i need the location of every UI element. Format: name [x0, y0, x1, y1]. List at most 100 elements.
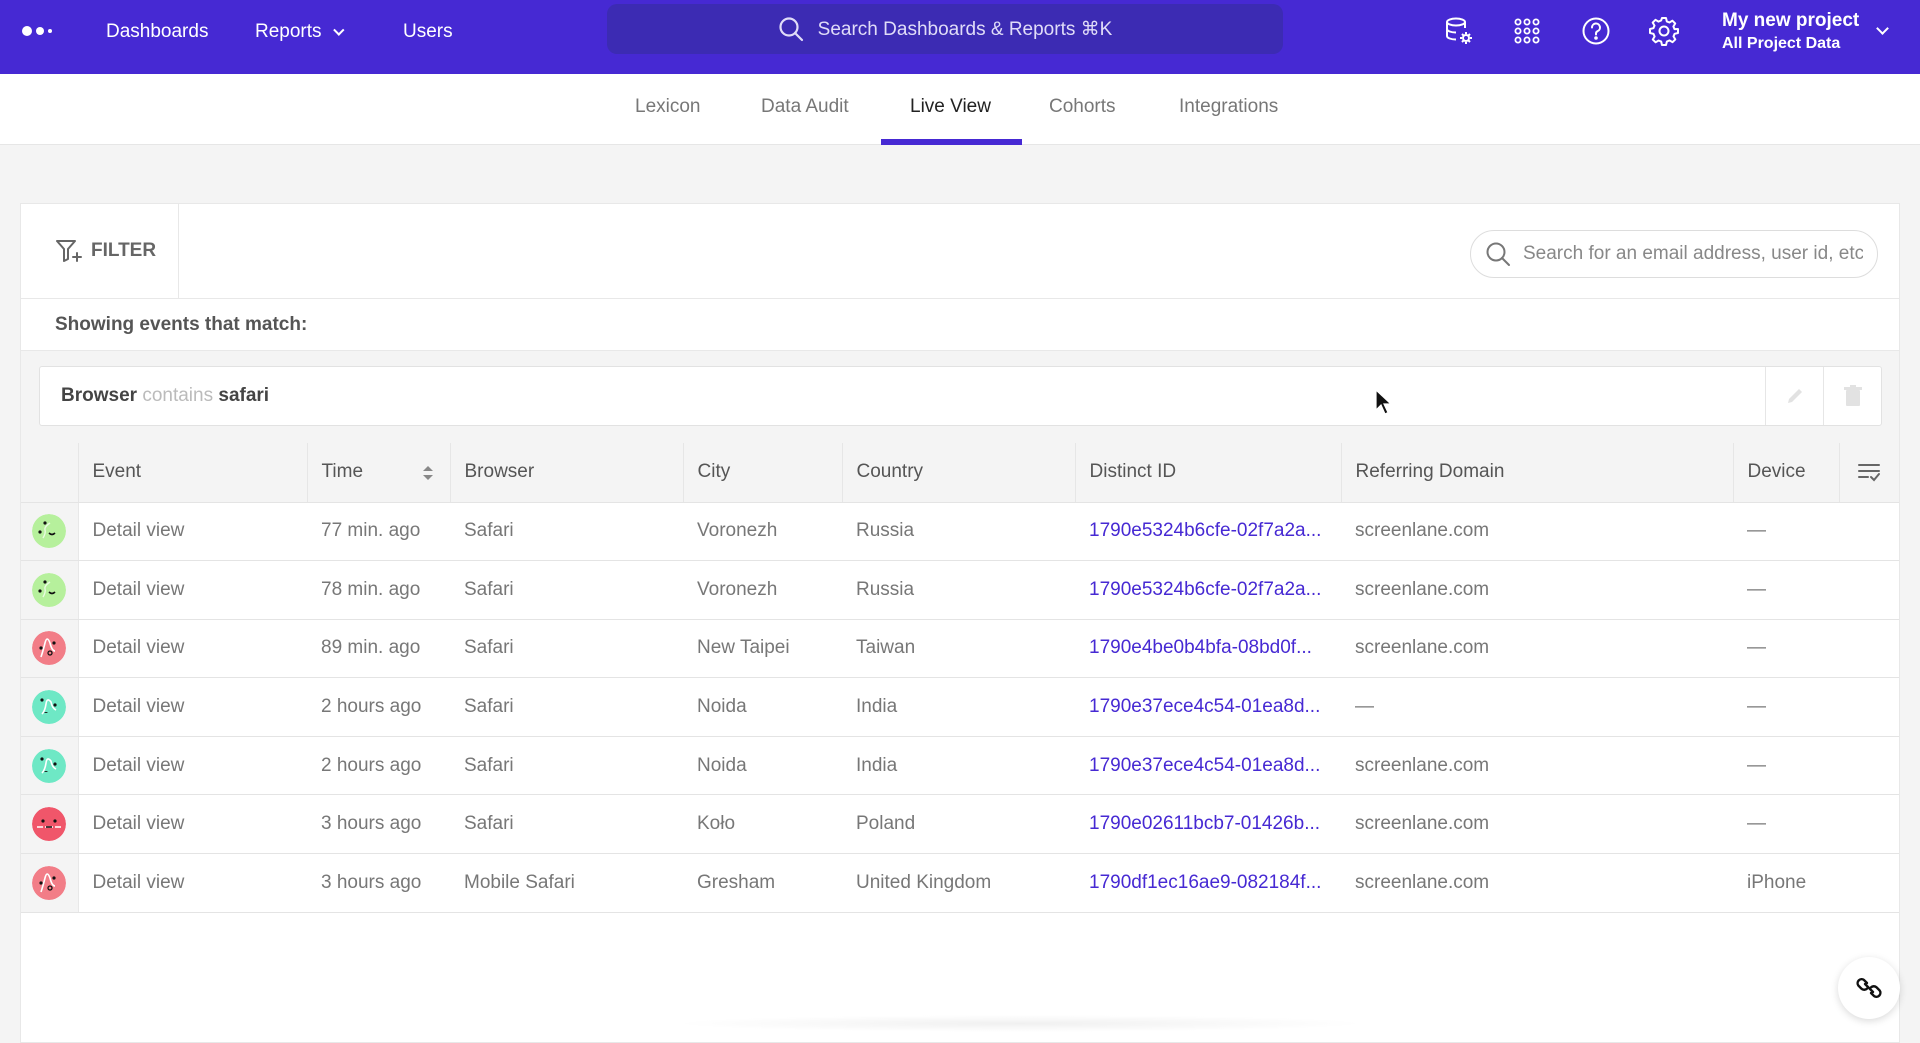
column-header-time[interactable]: Time [307, 443, 451, 503]
cell-city: New Taipei [683, 619, 842, 679]
cell-country: Poland [842, 794, 1075, 855]
settings-button[interactable] [1648, 15, 1680, 47]
cell-distinct-id[interactable]: 1790e5324b6cfe-02f7a2a... [1075, 502, 1341, 562]
cell-country: Russia [842, 502, 1075, 562]
tab-data-audit[interactable]: Data Audit [761, 94, 849, 120]
avatar[interactable] [32, 865, 67, 900]
cell-browser: Safari [450, 560, 683, 620]
avatar-cell [21, 794, 79, 855]
nav-reports[interactable]: Reports [255, 20, 345, 44]
filter-expression: Browser contains safari [61, 367, 269, 425]
tab-integrations[interactable]: Integrations [1179, 94, 1278, 120]
table-row[interactable]: Detail view 77 min. ago Safari Voronezh Russ… [21, 502, 1899, 562]
mouse-cursor [1375, 388, 1393, 420]
sort-icon[interactable] [422, 465, 434, 481]
nav-users[interactable]: Users [403, 20, 453, 44]
cell-time: 2 hours ago [307, 736, 450, 796]
filter-chip-area: Browser contains safari [21, 351, 1899, 443]
cell-distinct-id[interactable]: 1790e02611bcb7-01426b... [1075, 794, 1341, 855]
copy-link-button[interactable] [1838, 957, 1900, 1019]
column-settings-button[interactable] [1840, 462, 1900, 482]
data-settings-button[interactable] [1443, 15, 1475, 47]
column-header-referring-domain[interactable]: Referring Domain [1341, 443, 1734, 503]
cell-browser: Safari [450, 619, 683, 679]
tab-live-view[interactable]: Live View [910, 94, 991, 120]
cell-referring-domain: — [1341, 677, 1733, 737]
avatar-cell [21, 619, 79, 679]
cell-device: — [1733, 677, 1839, 737]
cell-distinct-id[interactable]: 1790df1ec16ae9-082184f... [1075, 853, 1341, 913]
cell-city: Gresham [683, 853, 842, 913]
cell-event: Detail view [78, 560, 307, 620]
row-spacer [1839, 502, 1899, 562]
cell-event: Detail view [78, 736, 307, 796]
project-scope: All Project Data [1722, 35, 1841, 52]
cell-browser: Safari [450, 677, 683, 737]
edit-filter-button[interactable] [1765, 367, 1823, 425]
avatar[interactable] [32, 631, 67, 666]
settings-gear-icon [1649, 17, 1679, 46]
filter-add-icon [56, 240, 82, 262]
column-header-city[interactable]: City [683, 443, 843, 503]
column-header-event[interactable]: Event [78, 443, 308, 503]
avatar[interactable] [32, 748, 67, 783]
table-row[interactable]: Detail view 78 min. ago Safari Voronezh Russ… [21, 560, 1899, 620]
column-header-country[interactable]: Country [842, 443, 1076, 503]
column-header-distinct-id[interactable]: Distinct ID [1075, 443, 1342, 503]
logo-dot [36, 27, 44, 35]
filter-operator: contains [142, 385, 214, 406]
delete-filter-button[interactable] [1823, 367, 1881, 425]
help-button[interactable] [1580, 15, 1612, 47]
trash-icon [1843, 385, 1862, 406]
avatar-cell [21, 736, 79, 796]
tab-lexicon[interactable]: Lexicon [635, 94, 701, 120]
nav-dashboards[interactable]: Dashboards [106, 20, 208, 44]
active-tab-indicator [881, 139, 1022, 145]
cell-country: Taiwan [842, 619, 1075, 679]
cell-distinct-id[interactable]: 1790e37ece4c54-01ea8d... [1075, 736, 1341, 796]
cell-distinct-id[interactable]: 1790e4be0b4bfa-08bd0f... [1075, 619, 1341, 679]
row-spacer [1839, 794, 1899, 855]
cell-distinct-id[interactable]: 1790e5324b6cfe-02f7a2a... [1075, 560, 1341, 620]
cell-event: Detail view [78, 619, 307, 679]
column-header-browser[interactable]: Browser [450, 443, 684, 503]
filter-button[interactable]: FILTER [21, 204, 179, 298]
showing-events-label: Showing events that match: [21, 299, 1899, 351]
table-row[interactable]: Detail view 2 hours ago Safari Noida India 17… [21, 736, 1899, 796]
chevron-down-icon[interactable] [1876, 22, 1889, 35]
nav-reports-label: Reports [255, 21, 322, 42]
avatar[interactable] [32, 572, 67, 607]
table-row[interactable]: Detail view 3 hours ago Safari Koło Poland 17… [21, 794, 1899, 855]
column-header-device[interactable]: Device [1733, 443, 1840, 503]
table-row[interactable]: Detail view 3 hours ago Mobile Safari Gresh… [21, 853, 1899, 913]
project-selector[interactable]: My new project All Project Data [1722, 9, 1859, 55]
cell-referring-domain: screenlane.com [1341, 502, 1733, 562]
avatar-cell [21, 853, 79, 913]
logo-dot [22, 26, 32, 36]
filter-label: FILTER [91, 240, 157, 261]
avatar[interactable] [32, 807, 67, 842]
avatar[interactable] [32, 690, 67, 725]
search-icon [1486, 242, 1510, 266]
logo[interactable] [22, 26, 52, 36]
cell-referring-domain: screenlane.com [1341, 736, 1733, 796]
user-search-field[interactable] [1470, 230, 1878, 278]
cell-referring-domain: screenlane.com [1341, 560, 1733, 620]
cell-browser: Safari [450, 736, 683, 796]
cell-country: Russia [842, 560, 1075, 620]
logo-dot [48, 29, 52, 33]
cell-time: 3 hours ago [307, 853, 450, 913]
cell-device: iPhone [1733, 853, 1839, 913]
avatar[interactable] [32, 514, 67, 549]
table-row[interactable]: Detail view 89 min. ago Safari New Taipei Ta… [21, 619, 1899, 679]
avatar-cell [21, 560, 79, 620]
cell-city: Voronezh [683, 560, 842, 620]
active-filter-chip[interactable]: Browser contains safari [39, 366, 1882, 426]
tab-cohorts[interactable]: Cohorts [1049, 94, 1116, 120]
user-search-input[interactable] [1523, 243, 1863, 265]
apps-grid-button[interactable] [1511, 15, 1543, 47]
global-search-bar[interactable]: Search Dashboards & Reports ⌘K [607, 4, 1283, 54]
cell-distinct-id[interactable]: 1790e37ece4c54-01ea8d... [1075, 677, 1341, 737]
cell-referring-domain: screenlane.com [1341, 853, 1733, 913]
table-row[interactable]: Detail view 2 hours ago Safari Noida India 17… [21, 677, 1899, 737]
